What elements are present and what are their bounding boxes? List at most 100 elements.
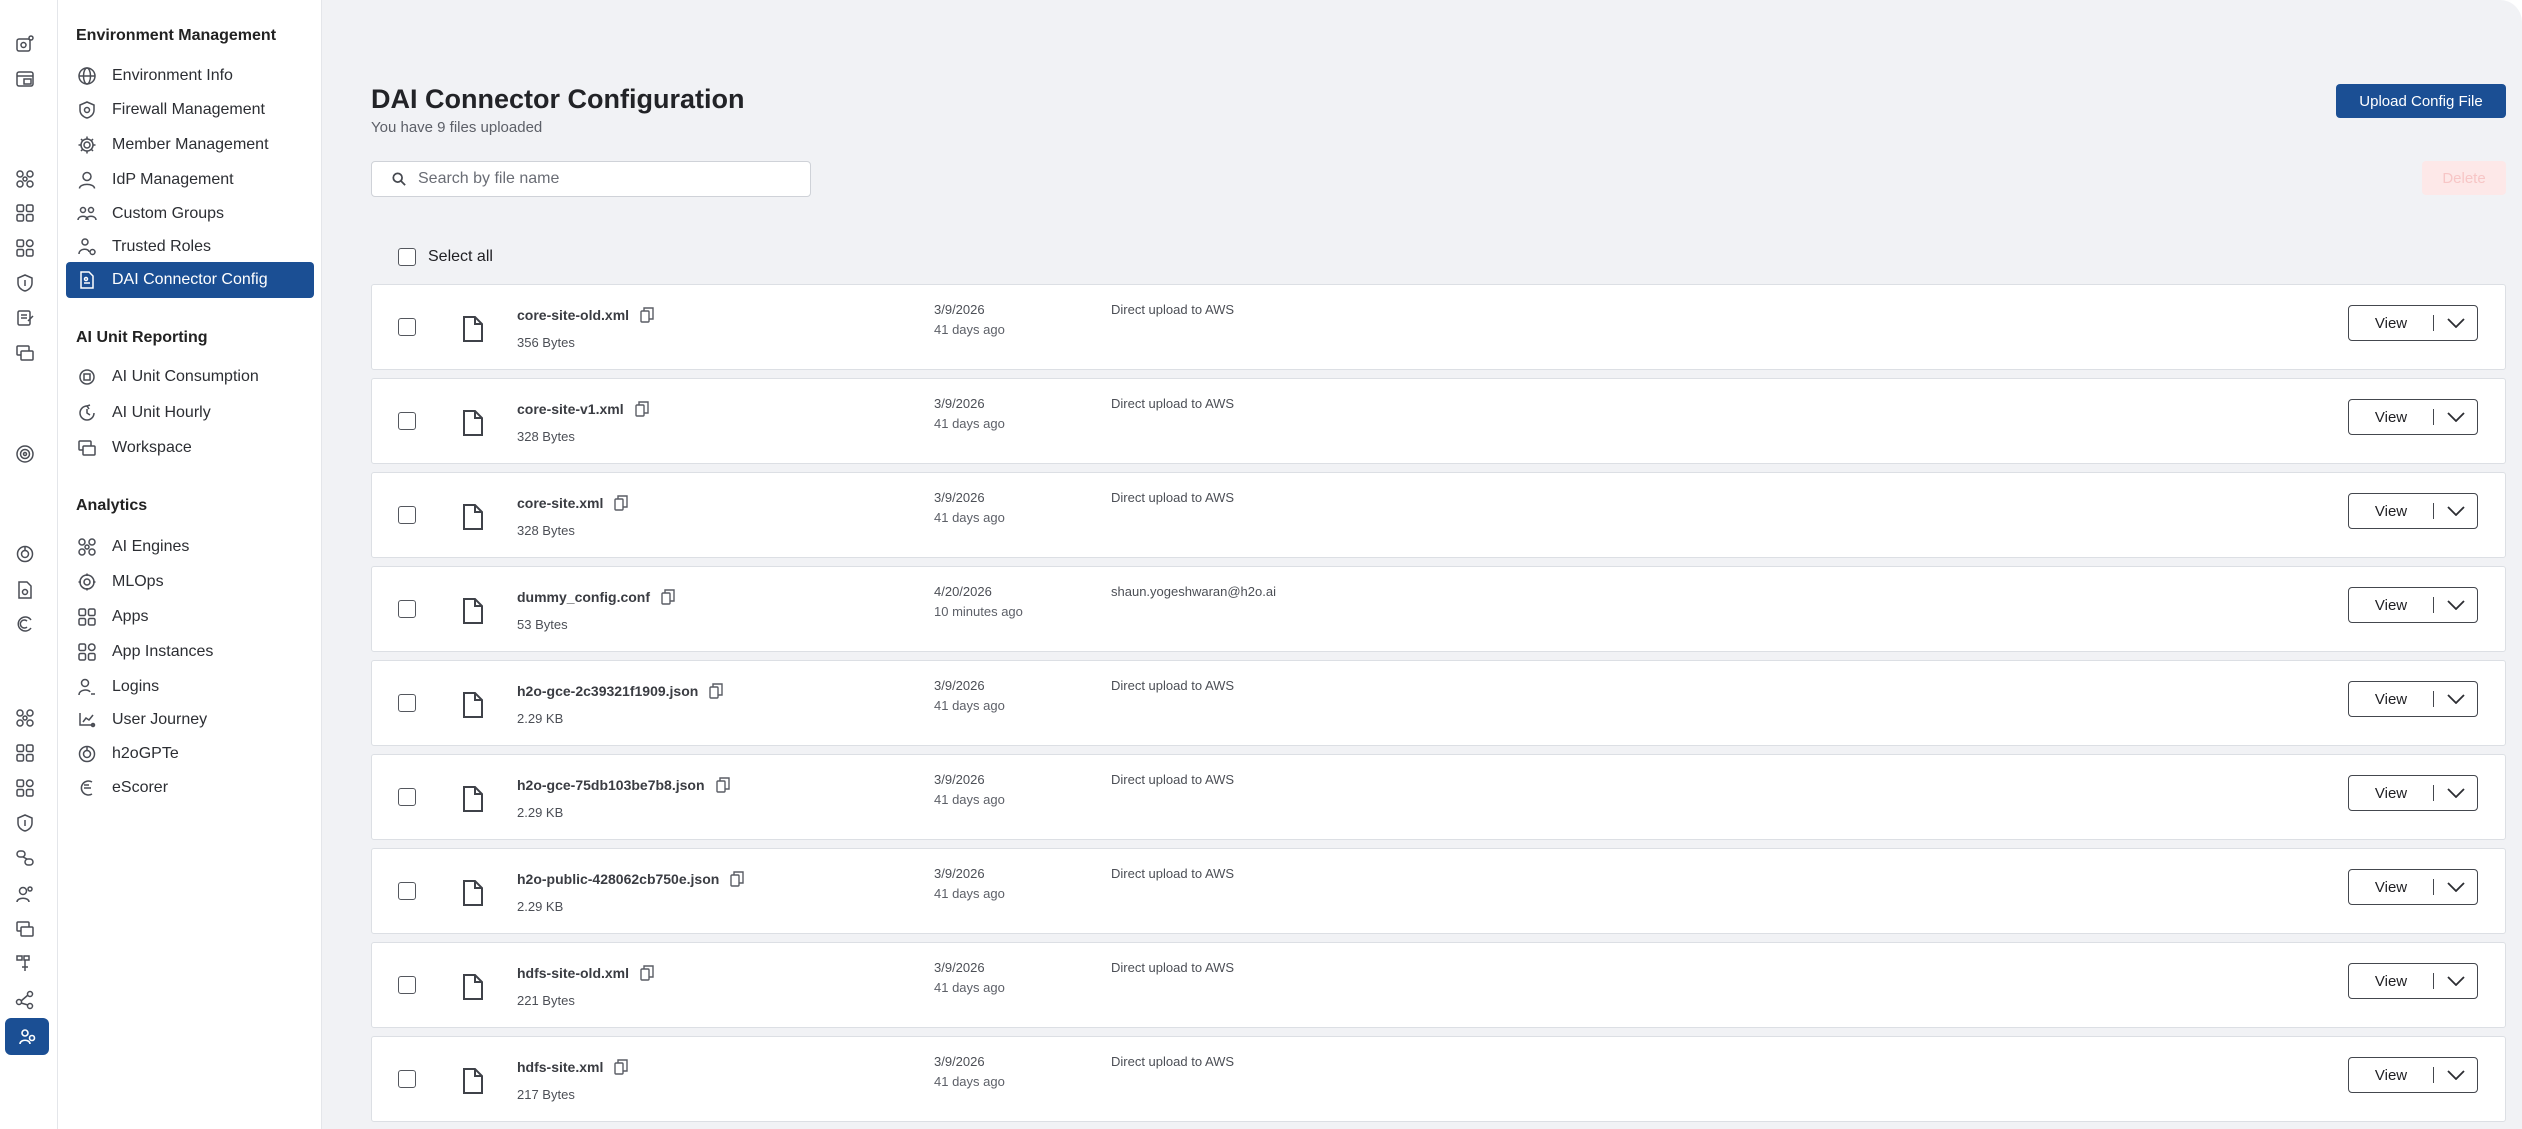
file-size: 2.29 KB <box>517 899 564 914</box>
nav-item-trusted-roles[interactable]: Trusted Roles <box>66 229 314 265</box>
nav-item-ai-unit-consumption[interactable]: AI Unit Consumption <box>66 359 314 395</box>
file-row: h2o-public-428062cb750e.json 2.29 KB 3/9/2… <box>371 848 2506 934</box>
view-button[interactable]: View <box>2349 494 2433 528</box>
view-options-dropdown[interactable] <box>2434 694 2477 704</box>
copy-icon[interactable] <box>614 495 629 511</box>
view-button[interactable]: View <box>2349 588 2433 622</box>
view-split-button: View <box>2348 681 2478 717</box>
view-options-dropdown[interactable] <box>2434 788 2477 798</box>
nav-item-firewall-management[interactable]: Firewall Management <box>66 92 314 128</box>
copy-icon[interactable] <box>709 683 724 699</box>
nav-item-h2ogpte[interactable]: h2oGPTe <box>66 736 314 772</box>
rail-item[interactable] <box>13 846 37 870</box>
nav-item-user-journey[interactable]: User Journey <box>66 702 314 738</box>
row-checkbox[interactable] <box>398 1070 416 1088</box>
view-options-dropdown[interactable] <box>2434 318 2477 328</box>
file-name-text: h2o-public-428062cb750e.json <box>517 871 720 887</box>
view-options-dropdown[interactable] <box>2434 976 2477 986</box>
nav-item-app-instances[interactable]: App Instances <box>66 634 314 670</box>
rail-item[interactable] <box>13 236 37 260</box>
rail-item[interactable] <box>13 306 37 330</box>
nav-item-apps[interactable]: Apps <box>66 599 314 635</box>
rail-item[interactable] <box>13 882 37 906</box>
trusted-roles-icon <box>77 237 97 257</box>
file-name-text: core-site-v1.xml <box>517 401 624 417</box>
row-checkbox[interactable] <box>398 506 416 524</box>
rail-item[interactable] <box>13 776 37 800</box>
copy-icon[interactable] <box>614 1059 629 1075</box>
rail-item[interactable] <box>13 706 37 730</box>
row-checkbox[interactable] <box>398 976 416 994</box>
nav-item-workspace[interactable]: Workspace <box>66 430 314 466</box>
nav-item-label: AI Engines <box>112 538 190 555</box>
rail-item[interactable] <box>13 201 37 225</box>
view-options-dropdown[interactable] <box>2434 1070 2477 1080</box>
nav-item-ai-engines[interactable]: AI Engines <box>66 529 314 565</box>
view-button[interactable]: View <box>2349 306 2433 340</box>
row-checkbox[interactable] <box>398 318 416 336</box>
rail-item[interactable] <box>13 542 37 566</box>
nav-item-custom-groups[interactable]: Custom Groups <box>66 196 314 232</box>
nav-item-dai-connector-config[interactable]: DAI Connector Config <box>66 262 314 298</box>
rail-item[interactable] <box>13 952 37 976</box>
view-options-dropdown[interactable] <box>2434 412 2477 422</box>
search-icon <box>392 172 406 186</box>
rail-item[interactable] <box>13 32 37 56</box>
shield-icon <box>15 813 35 833</box>
rail-item[interactable] <box>13 167 37 191</box>
nav-item-ai-unit-hourly[interactable]: AI Unit Hourly <box>66 395 314 431</box>
view-button[interactable]: View <box>2349 776 2433 810</box>
upload-source: Direct upload to AWS <box>1111 678 1235 693</box>
view-button[interactable]: View <box>2349 1058 2433 1092</box>
copy-icon[interactable] <box>640 965 654 981</box>
view-button[interactable]: View <box>2349 400 2433 434</box>
rail-item[interactable] <box>13 612 37 636</box>
nav-item-environment-info[interactable]: Environment Info <box>66 58 314 94</box>
copy-icon[interactable] <box>661 589 675 605</box>
upload-source: Direct upload to AWS <box>1111 302 1235 317</box>
icon-rail <box>0 0 58 1129</box>
nav-item-logins[interactable]: Logins <box>66 669 314 705</box>
search-box[interactable] <box>371 161 811 197</box>
rail-item[interactable] <box>13 578 37 602</box>
copy-icon[interactable] <box>634 401 649 417</box>
rail-item[interactable] <box>13 341 37 365</box>
login-user-icon <box>77 677 97 697</box>
row-checkbox[interactable] <box>398 600 416 618</box>
row-checkbox[interactable] <box>398 694 416 712</box>
nav-item-idp-management[interactable]: IdP Management <box>66 162 314 198</box>
copy-icon[interactable] <box>730 871 745 887</box>
row-checkbox[interactable] <box>398 412 416 430</box>
view-options-dropdown[interactable] <box>2434 600 2477 610</box>
row-checkbox[interactable] <box>398 788 416 806</box>
rail-item[interactable] <box>13 917 37 941</box>
rail-item[interactable] <box>13 67 37 91</box>
view-options-dropdown[interactable] <box>2434 882 2477 892</box>
delete-button[interactable]: Delete <box>2422 161 2506 195</box>
nav-item-member-management[interactable]: Member Management <box>66 127 314 163</box>
search-input[interactable] <box>418 170 798 188</box>
copy-icon[interactable] <box>640 307 654 323</box>
upload-relative-time: 41 days ago <box>934 1074 1005 1089</box>
nav-item-label: AI Unit Consumption <box>112 368 259 385</box>
select-all-label: Select all <box>428 248 493 265</box>
nav-item-mlops[interactable]: MLOps <box>66 564 314 600</box>
rail-item[interactable] <box>13 988 37 1012</box>
row-checkbox[interactable] <box>398 882 416 900</box>
select-all[interactable]: Select all <box>398 248 493 266</box>
upload-date: 3/9/2026 <box>934 396 985 411</box>
copy-icon[interactable] <box>715 777 730 793</box>
view-button[interactable]: View <box>2349 870 2433 904</box>
view-button[interactable]: View <box>2349 682 2433 716</box>
rail-item[interactable] <box>13 811 37 835</box>
rail-item[interactable] <box>13 741 37 765</box>
view-options-dropdown[interactable] <box>2434 506 2477 516</box>
view-button[interactable]: View <box>2349 964 2433 998</box>
rail-item[interactable] <box>5 1018 49 1055</box>
nav-item-escorer[interactable]: eScorer <box>66 770 314 806</box>
select-all-checkbox[interactable] <box>398 248 416 266</box>
upload-config-button[interactable]: Upload Config File <box>2336 84 2506 118</box>
file-size: 328 Bytes <box>517 523 575 538</box>
rail-item[interactable] <box>13 271 37 295</box>
rail-item[interactable] <box>13 442 37 466</box>
